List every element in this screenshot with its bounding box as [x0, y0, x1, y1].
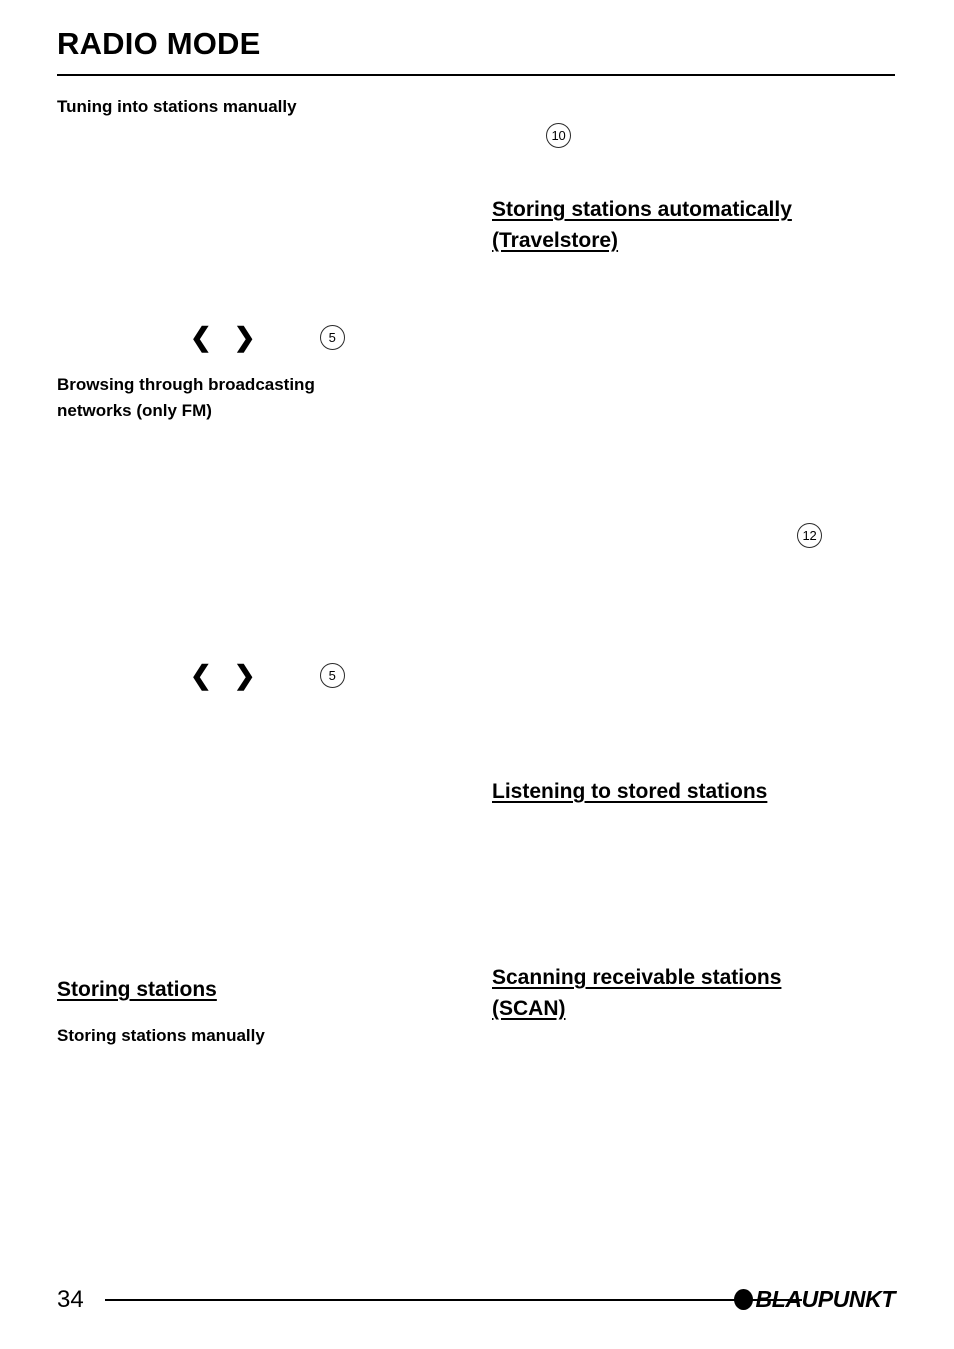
- heading-storing-stations-manually: Storing stations manually: [57, 1026, 265, 1045]
- brand-name: BLAUPUNKT: [755, 1285, 896, 1312]
- page-header: RADIO MODE: [57, 26, 895, 61]
- page-title: RADIO MODE: [57, 26, 261, 61]
- footer-divider: [105, 1299, 802, 1301]
- page-number: 34: [57, 1286, 84, 1313]
- filled-circle-icon: [733, 1288, 753, 1310]
- right-column: 10 Storing stations automatically (Trave…: [492, 90, 896, 1250]
- heading-tuning-into-stations-manually: Tuning into stations manually: [57, 97, 297, 116]
- heading-browsing-through-broadcasting-networks: Browsing through broadcasting networks (…: [57, 375, 315, 420]
- chevron-left-icon[interactable]: ❮: [190, 324, 212, 350]
- heading-storing-stations: Storing stations: [57, 978, 217, 1001]
- chevron-right-icon[interactable]: ❯: [234, 324, 256, 350]
- callout-badge-10: 10: [546, 123, 571, 148]
- heading-storing-stations-automatically-travelstore: Storing stations automatically (Travelst…: [492, 198, 792, 252]
- chevron-left-icon[interactable]: ❮: [190, 662, 212, 688]
- heading-listening-to-stored-stations: Listening to stored stations: [492, 780, 768, 803]
- step-marker-row-seek-1: ❮ ❯ 5: [190, 322, 345, 352]
- step-marker-row-seek-2: ❮ ❯ 5: [190, 660, 345, 690]
- brand-logo: BLAUPUNKT: [733, 1285, 896, 1312]
- left-column: Tuning into stations manually ❮ ❯ 5 Brow…: [57, 90, 461, 1250]
- heading-scanning-receivable-stations-scan: Scanning receivable stations (SCAN): [492, 966, 782, 1020]
- callout-badge-5: 5: [319, 662, 345, 688]
- callout-badge-12: 12: [797, 523, 822, 548]
- page-footer: 34 BLAUPUNKT: [57, 1286, 895, 1326]
- callout-badge-5: 5: [319, 324, 345, 350]
- header-divider: [57, 74, 895, 76]
- document-page: RADIO MODE Tuning into stations manually…: [0, 0, 954, 1349]
- chevron-right-icon[interactable]: ❯: [234, 662, 256, 688]
